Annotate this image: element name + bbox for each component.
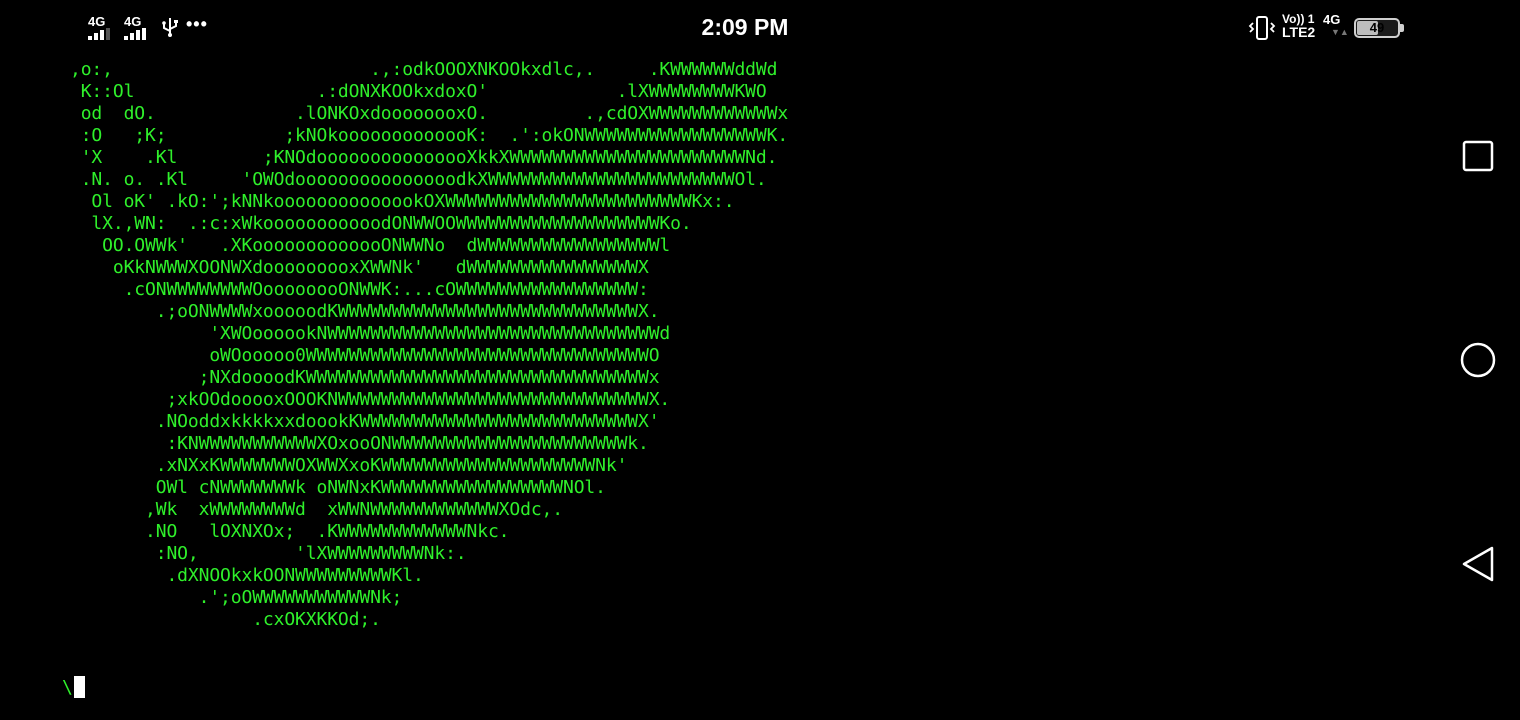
- recents-icon: [1462, 140, 1494, 172]
- battery-tip: [1400, 24, 1404, 32]
- volte-bottom-label: LTE2: [1282, 24, 1316, 40]
- data-activity-icon: ▼▲: [1331, 27, 1349, 37]
- recents-button[interactable]: [1456, 134, 1500, 178]
- back-icon: [1462, 546, 1494, 582]
- status-bar: 4G 4G ••• 2:09 PM Vo)) 1 LTE2 4G ▼▲ 49: [0, 0, 1520, 56]
- vibrate-icon: [1248, 15, 1276, 41]
- home-icon: [1460, 342, 1496, 378]
- text-cursor: [73, 676, 85, 698]
- prompt-char: \: [62, 677, 73, 698]
- home-button[interactable]: [1456, 338, 1500, 382]
- data-network-label: 4G: [1323, 12, 1341, 27]
- prompt-line[interactable]: \: [62, 676, 85, 700]
- back-button[interactable]: [1456, 542, 1500, 586]
- ascii-art-output: ,o:, .,:odkOOOXNKOOkxdlc,. .KWWWWWWddWd …: [70, 59, 789, 630]
- battery-icon: 49: [1354, 18, 1400, 38]
- volte-indicator: Vo)) 1 LTE2: [1282, 13, 1316, 40]
- navigation-bar: [1430, 0, 1520, 720]
- data-network-indicator: 4G ▼▲: [1323, 13, 1349, 39]
- battery-level: 49: [1369, 20, 1385, 35]
- terminal-view[interactable]: ,o:, .,:odkOOOXNKOOkxdlc,. .KWWWWWWddWd …: [0, 56, 1430, 720]
